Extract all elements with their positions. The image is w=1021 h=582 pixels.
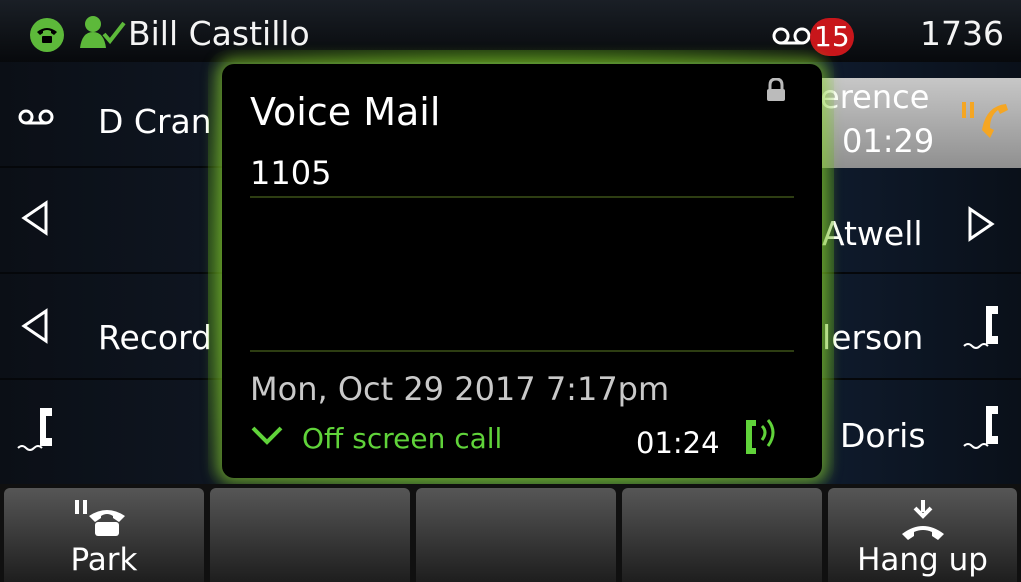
presence-available-icon [80,14,128,54]
divider [250,196,794,198]
active-call-timer: 01:29 [842,122,935,160]
off-screen-call-label: Off screen call [302,422,503,455]
handset-icon [16,404,56,458]
handset-icon [962,302,1002,356]
voicemail-icon [18,106,54,132]
hang-up-icon [898,498,948,546]
extension-number: 1736 [920,14,1004,53]
voicemail-icon [772,24,812,52]
hold-call-icon [960,92,1010,146]
line-key-label: lerson [822,318,924,357]
line-key-label: Record [98,318,213,357]
line-key-label: D Cran [98,102,212,141]
park-label: Park [70,542,138,578]
lock-icon [765,77,787,106]
active-call-icon [742,414,782,468]
line-key-label: Atwell [822,214,923,253]
call-duration: 01:24 [636,426,720,460]
popup-number: 1105 [250,154,332,192]
softkey-empty[interactable] [210,488,410,582]
divider [250,350,794,352]
hang-up-label: Hang up [857,542,988,578]
active-call-key[interactable]: erence 01:29 [820,78,1021,172]
hang-up-button[interactable]: Hang up [828,488,1017,582]
chevron-down-icon [251,426,283,445]
left-arrow-icon [20,308,50,348]
softkey-empty[interactable] [416,488,616,582]
right-arrow-icon [966,206,996,246]
popup-title: Voice Mail [250,90,441,134]
softkey-bar: Park Hang up [0,484,1021,582]
call-info-popup[interactable]: Voice Mail 1105 Mon, Oct 29 2017 7:17pm … [222,64,822,478]
phone-status-icon [30,18,64,52]
off-screen-call-toggle[interactable]: Off screen call [250,422,502,455]
active-call-label: erence [820,78,930,116]
left-arrow-icon [20,200,50,240]
handset-icon [962,402,1002,456]
softkey-empty[interactable] [622,488,822,582]
line-key-label: Doris [840,416,926,455]
park-button[interactable]: Park [4,488,204,582]
popup-date: Mon, Oct 29 2017 7:17pm [250,370,670,408]
user-name: Bill Castillo [128,14,310,53]
park-icon [69,498,139,542]
